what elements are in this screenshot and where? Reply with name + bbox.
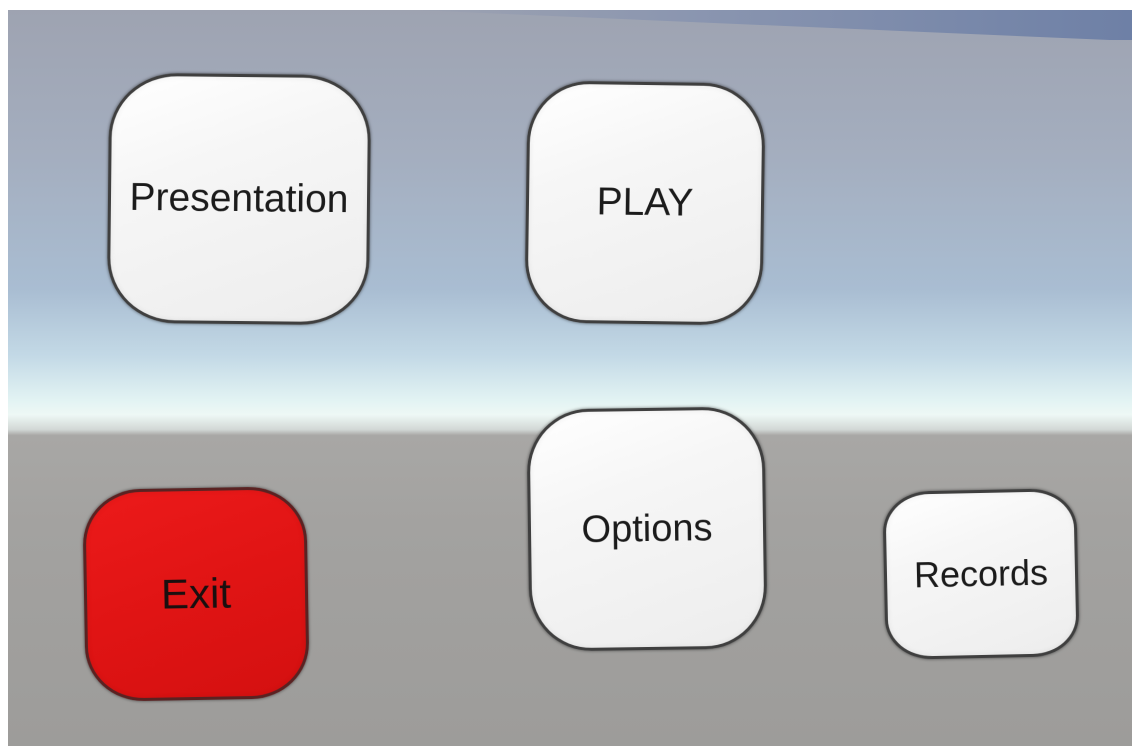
play-button-label: PLAY [596,180,694,225]
records-button[interactable]: Records [882,487,1080,661]
exit-button[interactable]: Exit [82,486,310,702]
game-scene-background: Presentation PLAY Options Records Exit [8,10,1132,746]
options-button[interactable]: Options [526,406,768,652]
options-button-label: Options [581,506,713,551]
sky-strip [412,10,1132,40]
presentation-button-label: Presentation [129,175,349,222]
records-button-label: Records [913,551,1049,596]
play-button[interactable]: PLAY [524,80,766,326]
presentation-button[interactable]: Presentation [106,72,372,326]
exit-button-label: Exit [160,569,232,618]
